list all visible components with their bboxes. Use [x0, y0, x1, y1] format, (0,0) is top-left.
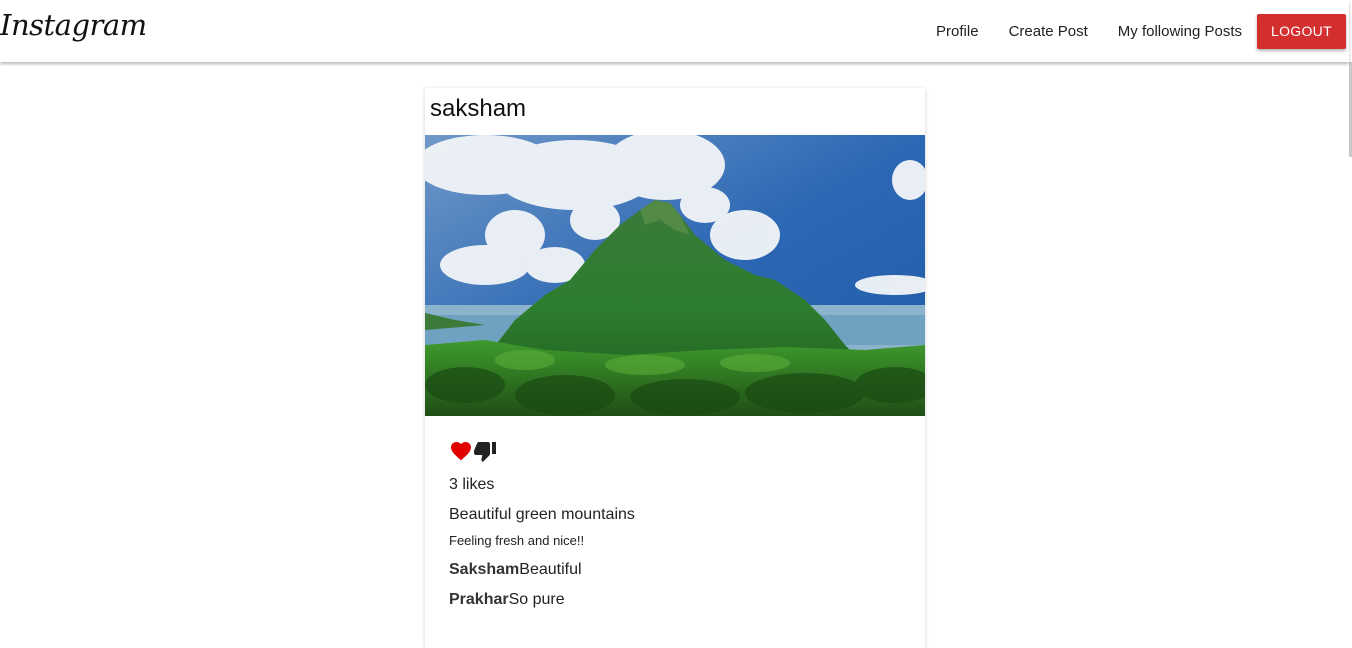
post-actions — [449, 438, 901, 464]
post-image — [425, 135, 925, 416]
comment-text: Beautiful — [519, 561, 582, 578]
brand-logo[interactable]: Instagram — [0, 8, 147, 42]
post-title: Beautiful green mountains — [449, 506, 635, 523]
nav-link-following-posts[interactable]: My following Posts — [1118, 23, 1242, 40]
post-card: saksham 3 likes Beautiful green mountain… — [425, 88, 925, 648]
comment-user: Saksham — [449, 561, 520, 578]
comment-text: So pure — [508, 591, 565, 608]
thumbs-down-icon[interactable] — [473, 439, 497, 463]
nav-links: Profile Create Post My following Posts L… — [936, 0, 1349, 62]
navbar: Instagram Profile Create Post My followi… — [0, 0, 1349, 62]
comment: SakshamBeautiful — [449, 559, 901, 581]
post-author[interactable]: saksham — [425, 88, 925, 135]
post-body: Feeling fresh and nice!! — [449, 533, 585, 548]
nav-link-profile[interactable]: Profile — [936, 23, 979, 40]
post-content: 3 likes Beautiful green mountains Feelin… — [425, 416, 925, 611]
nav-link-create-post[interactable]: Create Post — [1009, 23, 1088, 40]
comment: PrakharSo pure — [449, 589, 901, 611]
likes-count: 3 likes — [449, 476, 495, 493]
logout-button[interactable]: LOGOUT — [1257, 13, 1346, 49]
comment-user: Prakhar — [449, 591, 509, 608]
heart-icon[interactable] — [449, 439, 473, 463]
